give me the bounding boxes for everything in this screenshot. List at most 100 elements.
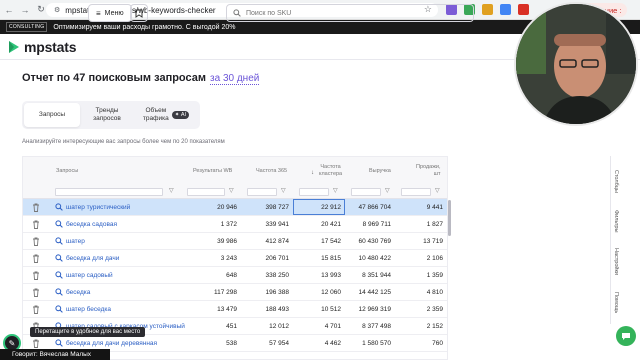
search-icon[interactable]	[55, 237, 63, 245]
trash-icon[interactable]	[32, 271, 40, 280]
filter-input-freq365[interactable]	[247, 188, 277, 196]
column-header-results[interactable]: Результаты WB	[193, 168, 232, 175]
search-icon[interactable]	[55, 254, 63, 262]
search-icon[interactable]	[55, 203, 63, 211]
cell-revenue: 14 442 125	[358, 289, 391, 296]
table-scrollbar[interactable]	[448, 186, 451, 360]
filter-input-revenue[interactable]	[351, 188, 381, 196]
sku-search[interactable]	[226, 4, 474, 22]
search-icon[interactable]	[55, 339, 63, 347]
filter-icon[interactable]: ▽	[281, 187, 286, 194]
scrollbar-thumb[interactable]	[448, 200, 451, 236]
rail-columns[interactable]: Столбцы	[613, 170, 619, 193]
back-icon[interactable]: ←	[4, 5, 14, 15]
favorites-button[interactable]	[130, 4, 148, 22]
site-info-icon[interactable]: ⚙	[54, 6, 60, 14]
filter-icon[interactable]: ▽	[435, 187, 440, 194]
table-row[interactable]: шатер туристический 20 946 398 727 22 912 47…	[23, 199, 447, 216]
filter-input-query[interactable]	[55, 188, 163, 196]
filter-input-results[interactable]	[187, 188, 225, 196]
cell-cluster[interactable]: 12 060	[295, 289, 341, 296]
search-icon[interactable]	[55, 288, 63, 296]
query-link[interactable]: беседка	[66, 289, 90, 296]
table-row[interactable]: беседка садовая 1 372 339 941 20 421 8 969 7…	[23, 216, 447, 233]
query-link[interactable]: шатер	[66, 238, 85, 245]
column-header-sales[interactable]: Продажи, шт	[416, 164, 441, 177]
rail-help[interactable]: Помощь	[613, 292, 619, 313]
search-icon[interactable]	[55, 271, 63, 279]
cell-freq365: 206 701	[265, 255, 290, 262]
table-row[interactable]: шатер беседка 13 479 188 493 10 512 12 969 3…	[23, 301, 447, 318]
sku-search-input[interactable]	[246, 9, 446, 17]
extension-icon[interactable]	[482, 4, 493, 15]
cell-freq365: 412 874	[265, 238, 290, 245]
filter-input-cluster[interactable]	[299, 188, 329, 196]
cell-sales: 2 359	[426, 306, 443, 313]
column-header-cluster[interactable]: Частота кластера	[319, 164, 342, 177]
extension-icon[interactable]	[500, 4, 511, 15]
logo[interactable]: mpstats	[8, 39, 76, 55]
filter-icon[interactable]: ▽	[169, 187, 174, 194]
rail-filters[interactable]: Фильтры	[613, 210, 619, 232]
column-header-revenue[interactable]: Выручка	[369, 168, 391, 175]
reload-icon[interactable]: ↻	[36, 4, 46, 15]
cell-sales: 1 827	[426, 221, 443, 228]
trash-icon[interactable]	[32, 339, 40, 348]
column-header-freq365[interactable]: Частота 365	[256, 168, 287, 175]
drag-tooltip: Перетащите в удобное для вас место	[30, 327, 146, 337]
table-row[interactable]: беседка 117 298 196 388 12 060 14 442 125 4 8…	[23, 284, 447, 301]
forward-icon[interactable]: →	[20, 5, 30, 15]
promo-badge: CONSULTING	[6, 22, 48, 32]
tab-query-trends[interactable]: Тренды запросов	[80, 103, 134, 127]
query-link[interactable]: шатер садовый	[66, 272, 113, 279]
table-row[interactable]: шатер 39 986 412 874 17 542 60 430 769 13 719	[23, 233, 447, 250]
trash-icon[interactable]	[32, 203, 40, 212]
trash-icon[interactable]	[32, 220, 40, 229]
cell-cluster[interactable]: 4 701	[295, 323, 341, 330]
extension-icon[interactable]	[518, 4, 529, 15]
tab-traffic-volume[interactable]: Объем трафика ✦ AI	[134, 103, 198, 127]
search-icon[interactable]	[55, 220, 63, 228]
cell-cluster[interactable]: 15 815	[295, 255, 341, 262]
trash-icon[interactable]	[32, 288, 40, 297]
table-row[interactable]: шатер садовый 648 338 250 13 993 8 351 944 1 …	[23, 267, 447, 284]
support-chat-button[interactable]	[616, 326, 636, 346]
cell-cluster[interactable]: 13 993	[295, 272, 341, 279]
tab-queries[interactable]: Запросы	[24, 103, 80, 127]
cell-cluster[interactable]: 10 512	[295, 306, 341, 313]
cell-sales: 2 152	[426, 323, 443, 330]
search-icon[interactable]	[55, 305, 63, 313]
cell-cluster[interactable]: 17 542	[295, 238, 341, 245]
focused-cell-outline	[293, 199, 345, 215]
sort-desc-icon[interactable]: ↓	[311, 170, 314, 177]
column-header-query[interactable]: Запросы	[56, 168, 78, 175]
trash-icon[interactable]	[32, 305, 40, 314]
cell-results: 39 986	[217, 238, 237, 245]
rail-settings[interactable]: Настройки	[613, 248, 619, 275]
query-link[interactable]: шатер туристический	[66, 204, 130, 211]
cell-results: 1 372	[220, 221, 237, 228]
query-link[interactable]: беседка для дачи деревянная	[66, 340, 157, 347]
cell-results: 648	[226, 272, 237, 279]
table-row[interactable]: беседка для дачи 3 243 206 701 15 815 10 480…	[23, 250, 447, 267]
cell-sales: 760	[432, 340, 443, 347]
cell-cluster[interactable]: 4 462	[295, 340, 341, 347]
cell-revenue: 12 969 319	[358, 306, 391, 313]
cell-sales: 9 441	[426, 204, 443, 211]
logo-icon	[9, 40, 19, 53]
query-link[interactable]: шатер беседка	[66, 306, 111, 313]
query-link[interactable]: беседка садовая	[66, 221, 117, 228]
filter-icon[interactable]: ▽	[333, 187, 338, 194]
ai-badge-label: AI	[180, 111, 187, 118]
report-title: Отчет по 47 поисковым запросам	[22, 72, 207, 84]
filter-icon[interactable]: ▽	[385, 187, 390, 194]
cell-revenue: 60 430 769	[358, 238, 391, 245]
period-selector[interactable]: за 30 дней	[210, 73, 260, 85]
filter-input-sales[interactable]	[401, 188, 431, 196]
menu-button[interactable]: ≡ Меню	[88, 4, 132, 22]
trash-icon[interactable]	[32, 254, 40, 263]
cell-cluster[interactable]: 20 421	[295, 221, 341, 228]
filter-icon[interactable]: ▽	[229, 187, 234, 194]
trash-icon[interactable]	[32, 237, 40, 246]
query-link[interactable]: беседка для дачи	[66, 255, 119, 262]
